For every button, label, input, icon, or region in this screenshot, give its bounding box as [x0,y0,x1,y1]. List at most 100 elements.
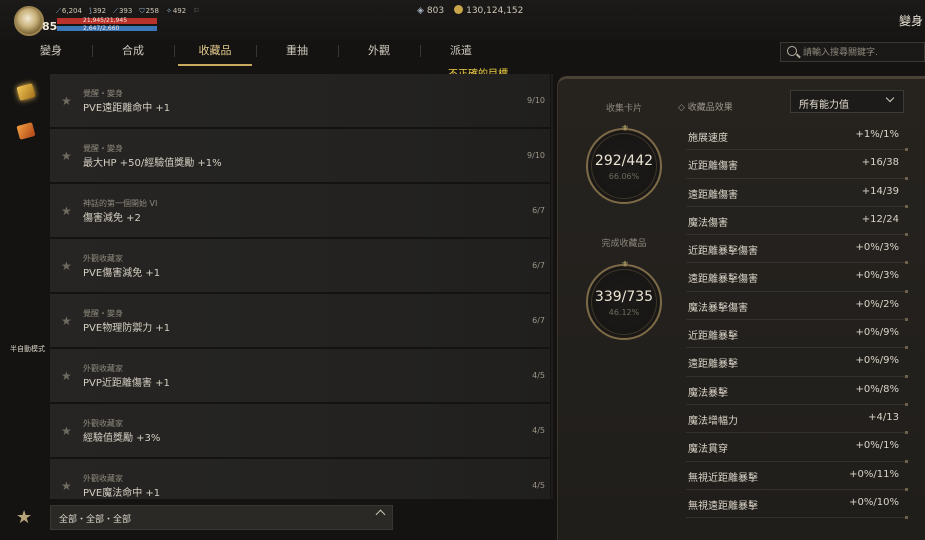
tab-reroll[interactable]: 重抽 [256,40,338,66]
top-status-bar: 85 ⟋6,204 ⟆392 ⟋393 ⛉258 ✧492 ⚐ 21,945/2… [0,0,925,40]
list-scrollbar[interactable] [551,74,553,499]
lock-icon: ⚐ [193,7,200,15]
cards-percent: 66.06% [608,172,640,181]
shield-icon: ⛉ [139,7,145,15]
effect-name: 近距離傷害 [688,161,738,173]
list-item[interactable]: ★ 外觀收藏家 PVP近距離傷害 +1 4/5 [50,349,550,403]
star-icon[interactable]: ★ [61,369,72,383]
effects-filter-value: 所有能力值 [799,100,849,111]
effect-name: 魔法暴擊 [688,387,728,399]
list-item[interactable]: ★ 覺醒・變身 PVE物理防禦力 +1 6/7 [50,294,550,348]
effect-row: 近距離暴擊 +0%/9% [686,320,908,350]
effect-name: 魔法增幅力 [688,415,738,427]
favorite-star-icon[interactable]: ★ [16,508,32,528]
effect-row: 近距離暴擊傷害 +0%/3% [686,235,908,265]
collection-name: PVE魔法命中 +1 [83,488,161,499]
effect-row: 無視近距離暴擊 +0%/11% [686,462,908,492]
collection-category: 覺醒・變身 [83,89,123,98]
effect-name: 施展速度 [688,133,728,144]
sword-icon: ⟋ [56,7,61,15]
star-icon[interactable]: ★ [61,314,72,328]
list-item[interactable]: ★ 神話的第一個開始 VI 傷害減免 +2 6/7 [50,184,550,238]
wings-icon: ✧ [165,7,172,15]
collection-name: 經驗值獎勵 +3% [83,433,161,444]
effect-name: 無視近距離暴擊 [688,472,758,484]
star-icon[interactable]: ★ [61,424,72,438]
collection-filter-dropdown[interactable]: 全部・全部・全部 [50,505,393,530]
special-book-icon[interactable] [16,122,36,140]
effect-name: 魔法傷害 [688,217,728,229]
effect-name: 遠距離暴擊 [688,359,738,371]
collection-name: 最大HP +50/經驗值獎勵 +1% [83,158,222,169]
avatar[interactable] [14,6,44,36]
collection-book-icon[interactable] [16,83,36,101]
tab-synthesis[interactable]: 合成 [92,40,174,66]
effect-row: 遠距離傷害 +14/39 [686,179,908,209]
collection-progress: 4/5 [532,426,545,435]
tab-collection[interactable]: 收藏品 [174,40,256,66]
effect-row: 魔法暴擊 +0%/8% [686,377,908,407]
filter-label: 全部・全部・全部 [59,515,132,525]
currency-display: ◈ 803 130,124,152 [417,5,523,16]
mp-text: 2,647/2,660 [83,25,120,32]
collection-list: ★ 覺醒・變身 PVE遠距離命中 +1 9/10 ★ 覺醒・變身 最大HP +5… [50,74,550,499]
effect-row: 施展速度 +1%/1% [686,122,908,152]
list-item[interactable]: ★ 覺醒・變身 PVE遠距離命中 +1 9/10 [50,74,550,128]
page-title: 變身 [898,14,923,28]
gold-count: 130,124,152 [454,5,523,16]
effect-value: +4/13 [868,411,899,423]
effect-row: 魔法暴擊傷害 +0%/2% [686,292,908,322]
collection-category: 覺醒・變身 [83,144,123,153]
collection-progress: 6/7 [532,206,545,215]
collection-progress: 6/7 [532,316,545,325]
effect-name: 魔法暴擊傷害 [688,302,748,314]
stat-magic: ⟋393 [113,7,133,15]
collection-category: 外觀收藏家 [83,364,123,373]
mp-bar: 2,647/2,660 [57,25,157,32]
diamond-icon: ◇ [678,103,688,113]
tab-dispatch[interactable]: 派遣 [420,40,502,66]
effects-title: ◇ 收藏品效果 [678,103,733,113]
effect-row: 遠距離暴擊 +0%/9% [686,348,908,378]
effect-value: +0%/10% [849,496,899,508]
effect-value: +0%/3% [855,242,899,254]
stat-defense: ⛉258 [139,7,159,15]
search-box[interactable] [780,42,925,62]
effect-name: 無視遠距離暴擊 [688,500,758,512]
stat-ranged: ⟆392 [88,7,107,15]
main-tabs: 變身 合成 收藏品 重抽 外觀 派遣 [10,40,502,66]
player-level: 85 [42,20,58,33]
effect-row: 無視遠距離暴擊 +0%/10% [686,490,908,520]
collection-category: 外觀收藏家 [83,419,123,428]
chevron-down-icon [885,93,895,103]
list-item[interactable]: ★ 覺醒・變身 最大HP +50/經驗值獎勵 +1% 9/10 [50,129,550,183]
search-input[interactable] [803,45,923,60]
effects-list: 施展速度 +1%/1% 近距離傷害 +16/38 遠距離傷害 +14/39 魔法傷害 +… [686,122,908,520]
semi-auto-mode-label[interactable]: 半自動模式 [10,344,45,354]
effect-value: +16/38 [861,157,899,169]
effects-filter-dropdown[interactable]: 所有能力值 [790,90,904,113]
list-item[interactable]: ★ 外觀收藏家 經驗值獎勵 +3% 4/5 [50,404,550,458]
tab-appearance[interactable]: 外觀 [338,40,420,66]
effect-name: 遠距離暴擊傷害 [688,274,758,286]
cards-ring: ⚜ 292/442 66.06% [586,124,662,204]
collection-category: 覺醒・變身 [83,309,123,318]
collection-name: PVE傷害減免 +1 [83,268,161,279]
star-icon[interactable]: ★ [61,204,72,218]
star-icon[interactable]: ★ [61,149,72,163]
effect-value: +0%/1% [855,440,899,452]
effect-row: 魔法傷害 +12/24 [686,207,908,237]
effect-value: +0%/9% [855,327,899,339]
tab-transform[interactable]: 變身 [10,40,92,66]
list-item[interactable]: ★ 外觀收藏家 PVE傷害減免 +1 6/7 [50,239,550,293]
list-item[interactable]: ★ 外觀收藏家 PVE魔法命中 +1 4/5 [50,459,550,499]
star-icon[interactable]: ★ [61,479,72,493]
stat-flight: ✧492 [165,7,187,15]
gold-coin-icon [454,5,464,14]
effect-value: +14/39 [861,185,899,197]
complete-value: 339/735 [594,289,654,305]
star-icon[interactable]: ★ [61,94,72,108]
complete-label: 完成收藏品 [601,239,647,249]
complete-percent: 46.12% [608,308,640,317]
star-icon[interactable]: ★ [61,259,72,273]
